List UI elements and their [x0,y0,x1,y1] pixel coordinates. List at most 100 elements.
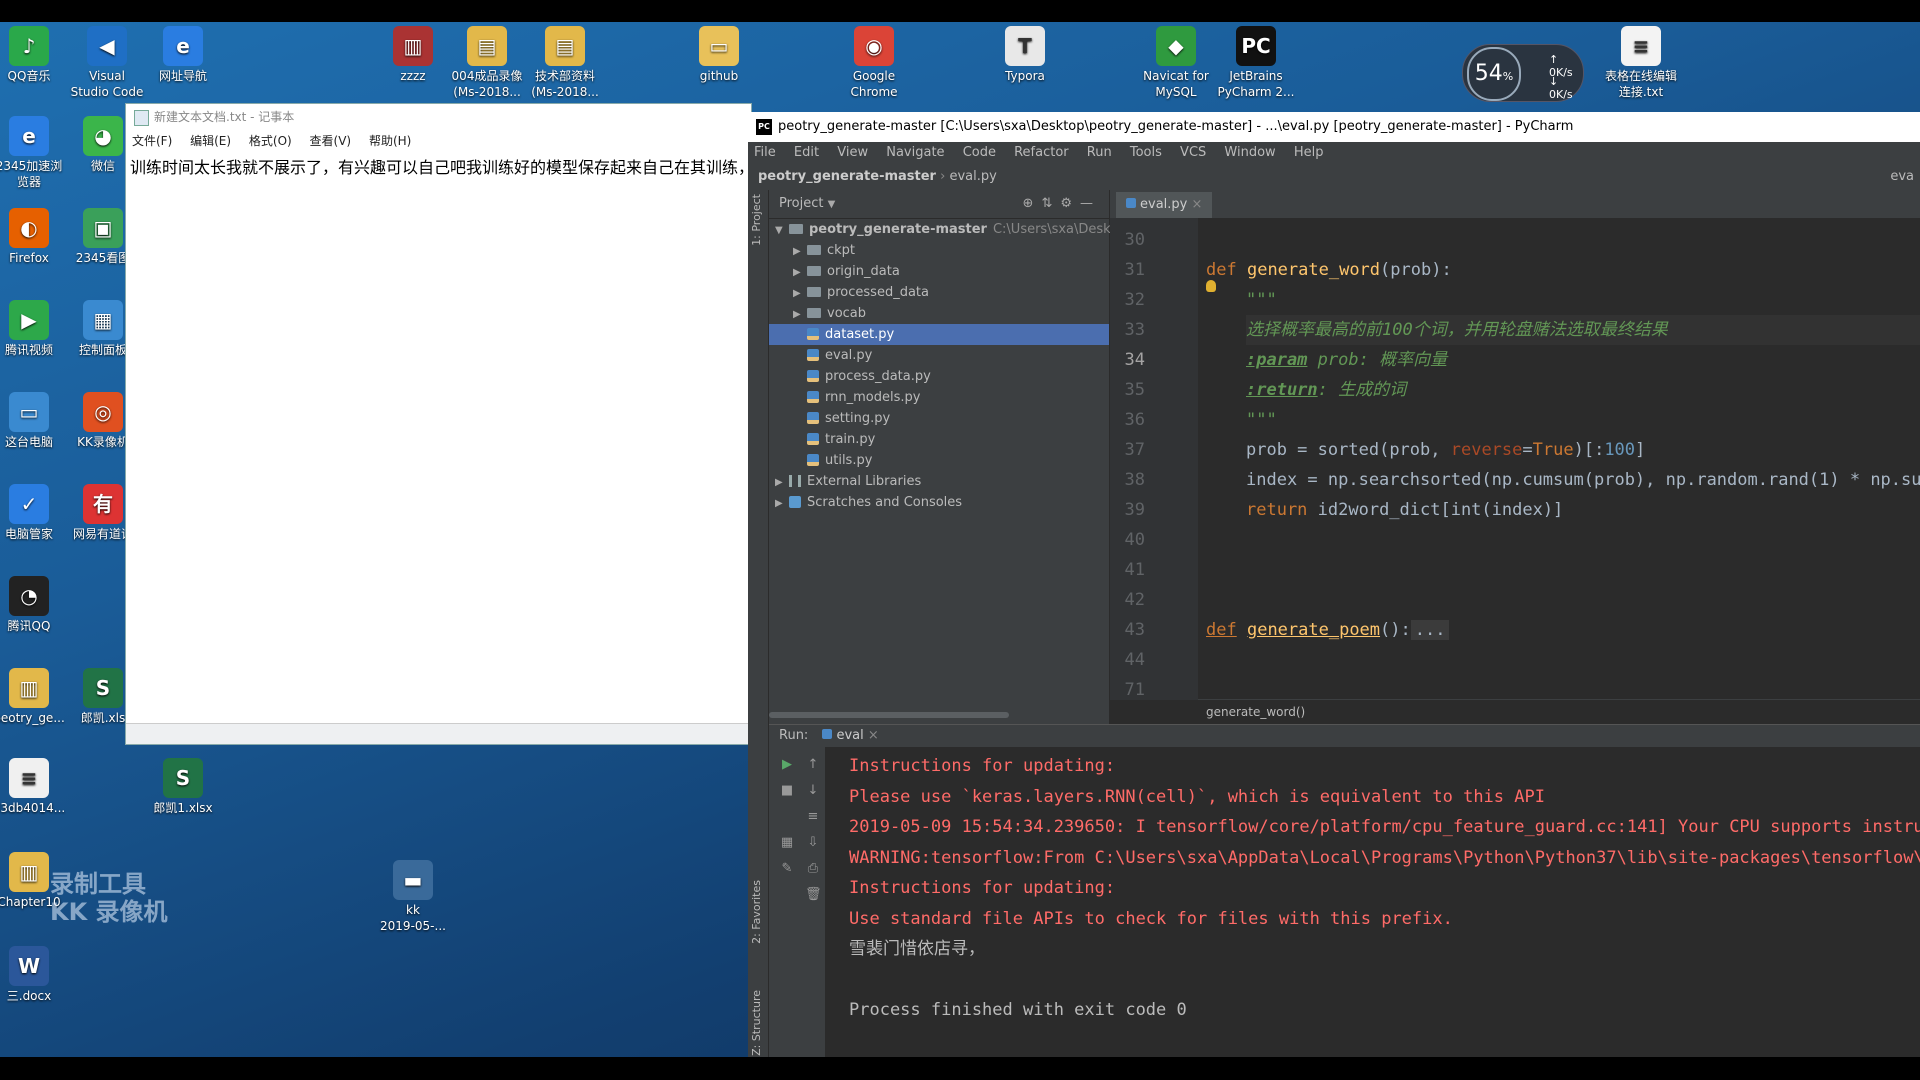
scroll-up-icon[interactable]: ↑ [805,757,821,773]
line-number: 39 [1124,500,1145,520]
tree-file[interactable]: train.py [769,429,1109,450]
desktop-icon[interactable]: ▭ github [680,26,758,84]
tab-project[interactable]: 1: Project [750,194,763,246]
desktop-icon[interactable]: ≡ 表格在线编辑 连接.txt [1602,26,1680,100]
tree-file[interactable]: process_data.py [769,366,1109,387]
desktop-icon[interactable]: ▥ zzzz [374,26,452,84]
desktop-icon[interactable]: W 三.docx [0,946,68,1004]
menu-refactor[interactable]: Refactor [1014,145,1069,160]
breadcrumb-project[interactable]: peotry_generate-master [758,169,936,184]
desktop-icon[interactable]: ◐ Firefox [0,208,68,266]
pycharm-titlebar[interactable]: PC peotry_generate-master [C:\Users\sxa\… [748,112,1920,142]
desktop-icon-label: 这台电脑 [4,435,53,449]
project-view-selector[interactable]: Project [779,196,823,211]
tree-file[interactable]: eval.py [769,345,1109,366]
folded-code-placeholder[interactable]: ... [1410,620,1450,640]
notepad-text-area[interactable]: 训练时间太长我就不展示了，有兴趣可以自己吧我训练好的模型保存起来自己在其训练， [126,152,751,180]
desktop-icon[interactable]: ▬ kk 2019-05-... [374,860,452,934]
python-file-icon [807,328,819,340]
run-tab-eval[interactable]: eval × [822,728,879,743]
desktop-icon[interactable]: ▤ 004成品录像 (Ms-2018... [448,26,526,100]
tree-folder[interactable]: ▶ origin_data [769,261,1109,282]
menu-file[interactable]: File [754,145,776,160]
menu-edit[interactable]: Edit [794,145,819,160]
folder-zip-icon: ▤ [467,26,507,66]
tree-file[interactable]: rnn_models.py [769,387,1109,408]
browser-2345-icon: e [9,116,49,156]
pycharm-window[interactable]: PC peotry_generate-master [C:\Users\sxa\… [748,112,1920,1057]
run-console-output[interactable]: Instructions for updating: Please use `ke… [849,747,1920,1057]
pin-icon[interactable]: ✎ [779,861,795,877]
menu-navigate[interactable]: Navigate [886,145,944,160]
menu-vcs[interactable]: VCS [1180,145,1206,160]
desktop-icon[interactable]: ◀ Visual Studio Code [68,26,146,100]
code-area[interactable]: def generate_word(prob): """ 选择概率最高的前100… [1206,218,1920,700]
menu-view[interactable]: 查看(V) [310,134,352,148]
desktop-icon[interactable]: e 网址导航 [144,26,222,84]
desktop-icon[interactable]: ▥ peotry_ge... [0,668,68,726]
tree-file[interactable]: utils.py [769,450,1109,471]
menu-tools[interactable]: Tools [1130,145,1162,160]
clear-icon[interactable]: 🗑 [805,887,822,903]
print-icon[interactable]: ⎙ [805,861,821,877]
tab-favorites[interactable]: 2: Favorites [750,880,763,944]
stop-icon[interactable]: ■ [779,783,795,799]
menu-run[interactable]: Run [1087,145,1112,160]
menu-window[interactable]: Window [1224,145,1275,160]
soft-wrap-icon[interactable]: ≡ [805,809,821,825]
desktop-icon[interactable]: ▶ 腾讯视频 [0,300,68,358]
kk-recorder-watermark: 录制工具 KK 录像机 [50,870,168,926]
desktop-icon-label: 004成品录像 (Ms-2018... [451,69,523,99]
scroll-down-icon[interactable]: ↓ [805,783,821,799]
notepad-window[interactable]: 新建文本文档.txt - 记事本 文件(F) 编辑(E) 格式(O) 查看(V)… [125,103,752,745]
tree-file[interactable]: dataset.py [769,324,1109,345]
layout-icon[interactable]: ▦ [779,835,795,851]
desktop-icon[interactable]: T Typora [986,26,1064,84]
breadcrumb-file[interactable]: eval.py [949,169,996,184]
tree-external-libraries[interactable]: ▶ External Libraries [769,471,1109,492]
desktop-icon[interactable]: e 2345加速浏 览器 [0,116,68,190]
tree-item-label: External Libraries [807,474,922,489]
tree-folder[interactable]: ▶ processed_data [769,282,1109,303]
desktop-icon[interactable]: ♪ QQ音乐 [0,26,68,84]
tree-item-label: train.py [825,432,876,447]
tree-item-label: setting.py [825,411,891,426]
desktop-icon[interactable]: ◔ 腾讯QQ [0,576,68,634]
folder-icon [807,287,821,297]
tree-folder[interactable]: ▶ ckpt [769,240,1109,261]
project-panel-tools[interactable]: ⊕⇅⚙— [1023,190,1101,218]
desktop-icon[interactable]: ≡ 83db4014... [0,758,68,816]
right-tab-fragment[interactable]: eva [1890,164,1914,190]
tree-root[interactable]: ▼ peotry_generate-master C:\Users\sxa\Desk… [769,219,1153,240]
menu-help[interactable]: Help [1294,145,1324,160]
desktop-icon[interactable]: PC JetBrains PyCharm 2... [1217,26,1295,100]
tab-structure[interactable]: Z: Structure [750,990,763,1056]
tree-scratches[interactable]: ▶ Scratches and Consoles [769,492,1109,513]
desktop-icon[interactable]: ▭ 这台电脑 [0,392,68,450]
network-speed-widget[interactable]: 54% ↑ 0K/s ↓ 0K/s [1462,44,1584,102]
menu-edit[interactable]: 编辑(E) [190,134,231,148]
notepad-titlebar[interactable]: 新建文本文档.txt - 记事本 [126,104,751,130]
project-horizontal-scrollbar[interactable] [769,712,1009,718]
tree-folder[interactable]: ▶ vocab [769,303,1109,324]
rerun-icon[interactable]: ▶ [779,757,795,773]
pycharm-title: peotry_generate-master [C:\Users\sxa\Des… [778,119,1574,134]
scroll-to-end-icon[interactable]: ⇩ [805,835,821,851]
menu-view[interactable]: View [837,145,868,160]
desktop-icon[interactable]: S 郎凯1.xlsx [144,758,222,816]
desktop-icon[interactable]: ✓ 电脑管家 [0,484,68,542]
tab-eval-py[interactable]: eval.py × [1116,192,1213,218]
run-label: Run: [779,728,809,743]
menu-help[interactable]: 帮助(H) [369,134,411,148]
desktop-icon[interactable]: ▤ 技术部资料 (Ms-2018... [526,26,604,100]
tree-file[interactable]: setting.py [769,408,1109,429]
code-editor[interactable]: eval.py × 30 31 32 33 34 35 36 37 38 39 40 41 42 43 44… [1110,190,1920,724]
ie-icon: e [163,26,203,66]
notepad-horizontal-scrollbar[interactable] [126,723,751,744]
desktop-icon[interactable]: ◆ Navicat for MySQL [1137,26,1215,100]
menu-code[interactable]: Code [963,145,996,160]
menu-file[interactable]: 文件(F) [132,134,172,148]
editor-breadcrumb[interactable]: generate_word() [1198,699,1920,724]
desktop-icon[interactable]: ◉ Google Chrome [835,26,913,100]
menu-format[interactable]: 格式(O) [249,134,292,148]
